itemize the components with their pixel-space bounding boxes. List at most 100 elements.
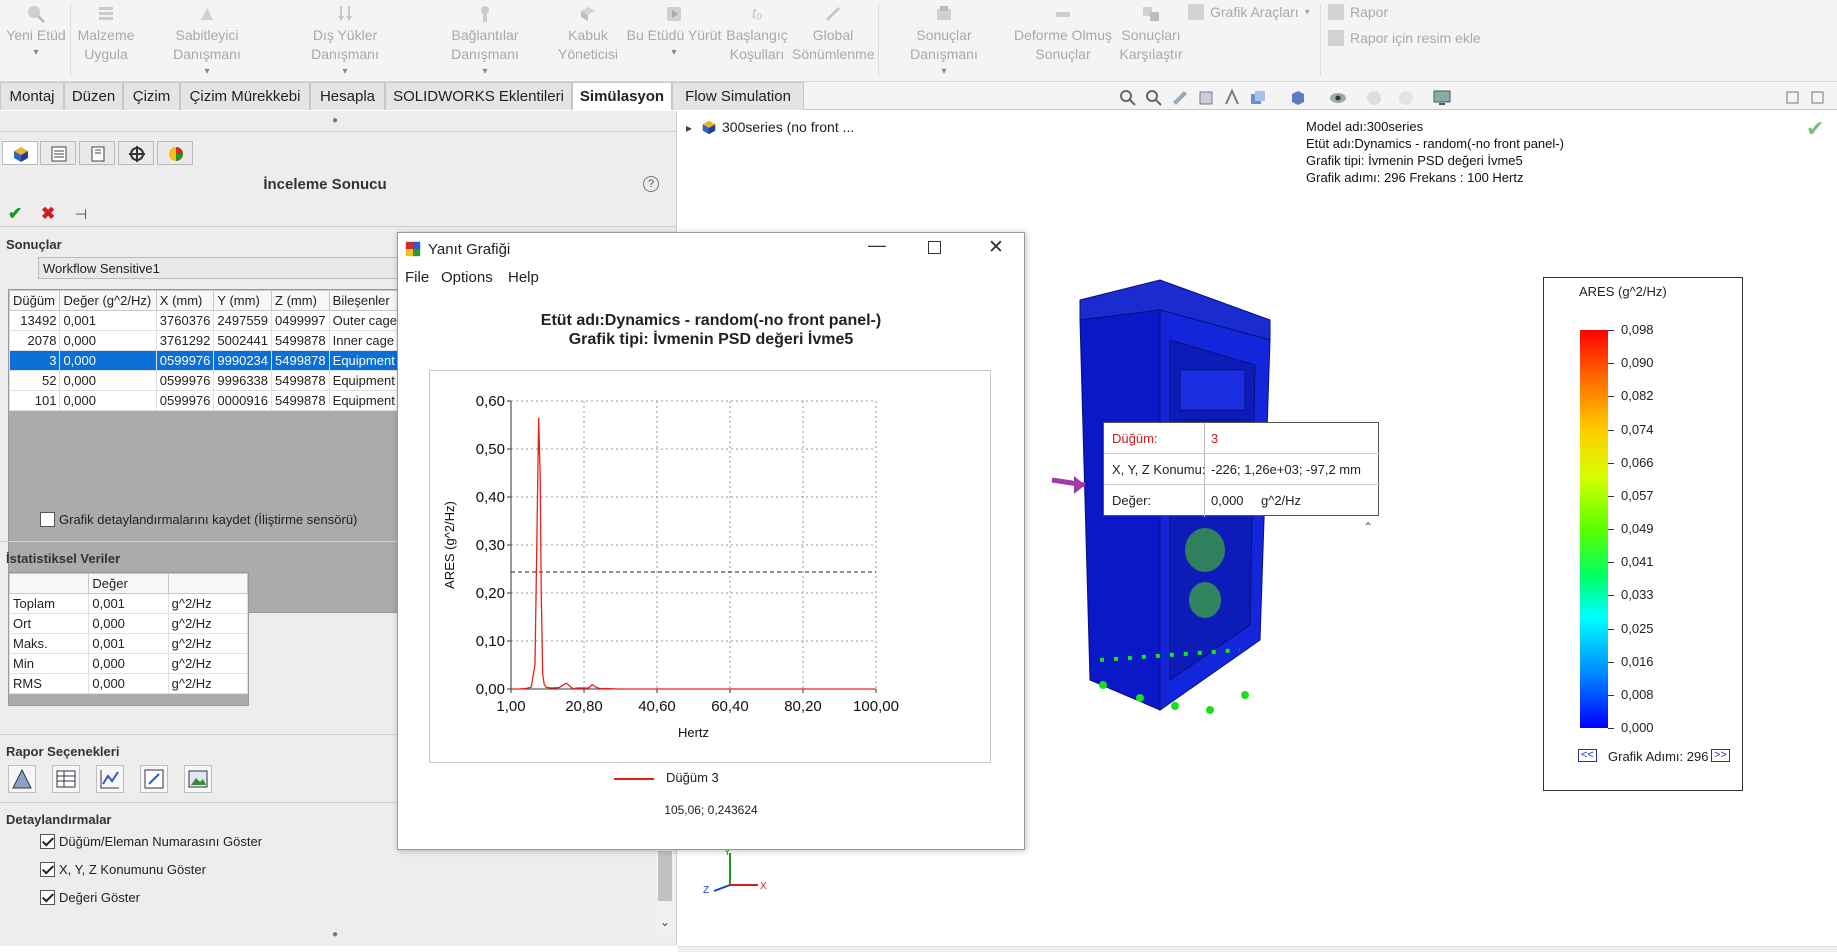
table-row[interactable]: 101 0,000 0599976 0000916 5499878 Equipment [9,390,401,411]
appearance-icon[interactable] [1364,88,1384,108]
table-row[interactable]: 13492 0,001 3760376 2497559 0499997 Outer cag… [9,310,401,331]
deformed-result-button[interactable]: Deforme Olmuş Sonuçlar [1010,4,1116,64]
tab-hesapla[interactable]: Hesapla [310,82,385,110]
previous-step-button[interactable]: << [1578,749,1597,762]
y-tick-label: 0,30 [476,537,505,554]
tab-simulasyon[interactable]: Simülasyon [572,82,672,110]
graphics-scrollbar[interactable] [678,946,1837,952]
new-study-button[interactable]: Yeni Etüd ▾ [4,4,68,62]
damping-icon [823,4,843,24]
cancel-icon[interactable]: ✖ [41,204,55,224]
study-name-text: Etüt adı:Dynamics - random(-no front pan… [1306,136,1564,151]
maximize-panel-icon[interactable] [1808,88,1828,108]
x-tick-label: 1,00 [496,698,525,715]
column-header[interactable]: Düğüm [9,290,61,311]
legend-tick-label: 0,066 [1621,454,1654,470]
plot-tools-button[interactable]: Grafik Araçları ▾ [1188,4,1310,20]
image-report-button[interactable] [184,765,212,793]
response-graph-dialog[interactable]: Yanıt Grafiği — ✕ File Options Help Etüt… [397,232,1025,850]
next-step-button[interactable]: >> [1711,749,1730,762]
connections-advisor-button[interactable]: Bağlantılar Danışmanı ▾ [416,4,554,81]
display-style-icon[interactable] [1288,88,1308,108]
pushpin-icon[interactable]: ⊣ [75,206,87,223]
chevron-up-icon[interactable]: ⌃ [1363,520,1373,534]
legend-tick-label: 0,082 [1621,388,1654,404]
tab-cizim-murekkebi[interactable]: Çizim Mürekkebi [180,82,310,110]
apply-material-button[interactable]: Malzeme Uygula [74,4,138,64]
results-section-title: Sonuçlar [6,237,62,252]
fixtures-advisor-button[interactable]: Sabitleyici Danışmanı ▾ [141,4,273,81]
report-options-title: Rapor Seçenekleri [6,744,120,759]
external-loads-advisor-button[interactable]: Dış Yükler Danışmanı ▾ [278,4,412,81]
shell-manager-button[interactable]: Kabuk Yöneticisi [555,4,621,64]
save-plot-details-checkbox[interactable]: Grafik detaylandırmalarını kaydet (İlişt… [40,512,357,527]
show-node-number-checkbox[interactable]: Düğüm/Eleman Numarasını Göster [40,834,262,849]
confirmation-check-icon[interactable]: ✔ [1806,116,1824,142]
tab-flow-simulation[interactable]: Flow Simulation [672,82,804,110]
column-header[interactable]: X (mm) [155,290,215,311]
report-button[interactable]: Rapor [1328,4,1388,20]
column-header [167,573,248,594]
section-view-icon[interactable] [1196,88,1216,108]
configuration-manager-tab[interactable] [79,141,115,165]
checkbox-icon [40,890,55,905]
display-manager-tab[interactable] [157,141,193,165]
previous-view-icon[interactable] [1170,88,1190,108]
tab-montaj[interactable]: Montaj [0,82,64,110]
export-report-button[interactable] [140,765,168,793]
property-manager-tab[interactable] [40,141,76,165]
column-header[interactable]: Değer (g^2/Hz) [59,290,157,311]
help-icon[interactable]: ? [643,176,659,192]
chevron-down-icon: ▾ [482,66,488,77]
color-legend: ARES (g^2/Hz) 0,098 0,090 0,082 0,074 0,066 0… [1543,277,1743,791]
show-value-checkbox[interactable]: Değeri Göster [40,890,140,905]
legend-tick [1608,429,1614,431]
zoom-area-icon[interactable] [1144,88,1164,108]
legend-tick-label: 0,098 [1621,322,1654,337]
feature-manager-tab[interactable] [2,141,38,165]
column-header: Değer [88,573,169,594]
scroll-down-icon[interactable]: ⌄ [660,915,670,929]
ok-icon[interactable]: ✔ [8,204,22,224]
tab-cizim[interactable]: Çizim [123,82,180,110]
copy-report-button[interactable] [52,765,80,793]
panel-scrollbar[interactable]: ⌄ [656,851,674,937]
show-xyz-location-checkbox[interactable]: X, Y, Z Konumunu Göster [40,862,206,877]
table-row[interactable]: 52 0,000 0599976 9996338 5499878 Equipment [9,370,401,391]
zoom-to-fit-icon[interactable] [1118,88,1138,108]
table-row-selected[interactable]: 3 0,000 0599976 9990234 5499878 Equipment [9,350,401,371]
tree-expand-icon[interactable]: ▸ [686,121,692,135]
tab-solidworks-eklentileri[interactable]: SOLIDWORKS Eklentileri [385,82,572,110]
monitor-icon[interactable] [1432,88,1452,108]
restore-panel-icon[interactable] [1783,88,1803,108]
save-report-button[interactable] [8,765,36,793]
tab-duzen[interactable]: Düzen [64,82,123,110]
scrollbar-thumb[interactable] [658,851,672,901]
psd-line-chart[interactable]: 1,00 20,80 40,60 60,40 80,20 100,00 0,00 0,10 0,… [398,233,1024,793]
add-image-to-report-button[interactable]: Rapor için resim ekle [1328,30,1481,46]
column-header[interactable]: Z (mm) [271,290,330,311]
global-damping-button[interactable]: Global Sönümlenme [792,4,875,64]
hide-show-icon[interactable] [1328,88,1348,108]
x-tick-label: 100,00 [853,698,899,715]
plot-report-button[interactable] [96,765,124,793]
results-advisor-button[interactable]: Sonuçlar Danışmanı ▾ [882,4,1006,81]
column-header[interactable]: Bileşenler [328,290,401,311]
view-orientation-icon[interactable] [1248,88,1268,108]
compare-icon [1141,4,1161,24]
initial-conditions-button[interactable]: t₀ Başlangıç Koşulları [724,4,790,64]
feature-tree-flyout[interactable]: 300series (no front ... [700,118,854,136]
run-study-button[interactable]: Bu Etüdü Yürüt ▾ [624,4,724,62]
column-header[interactable]: Y (mm) [213,290,273,311]
collapse-handle-icon[interactable]: ● [332,929,338,940]
dynamic-annotation-icon[interactable] [1222,88,1242,108]
plot-step-text: Grafik adımı: 296 Frekans : 100 Hertz [1306,170,1524,185]
legend-tick [1608,728,1614,729]
probe-tooltip[interactable]: Düğüm: 3 X, Y, Z Konumu: -226; 1,26e+03;… [1103,422,1380,517]
table-row[interactable]: 2078 0,000 3761292 5002441 5499878 Inner cage [9,330,401,351]
collapse-handle-icon[interactable]: ● [332,115,338,126]
results-select[interactable]: Workflow Sensitive1 [38,257,398,279]
dimxpert-tab[interactable] [118,141,154,165]
scene-icon[interactable] [1396,88,1416,108]
compare-results-button[interactable]: Sonuçları Karşılaştır [1118,4,1184,64]
